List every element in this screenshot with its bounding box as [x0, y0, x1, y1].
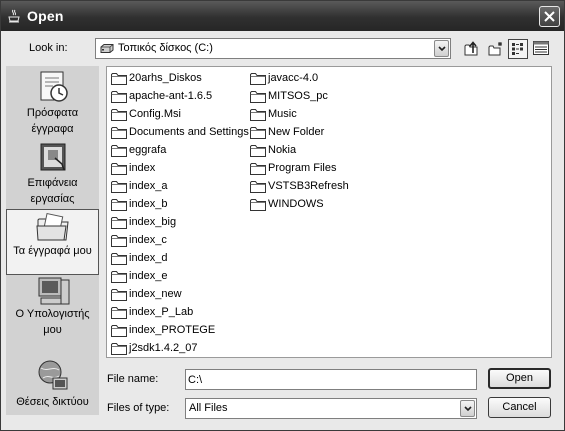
drive-icon: [100, 44, 114, 53]
folder-icon: [111, 162, 127, 175]
details-view-icon: [533, 41, 549, 55]
folder-icon: [111, 108, 127, 121]
place-desktop[interactable]: Επιφάνεια εργασίας: [6, 138, 99, 208]
folder-icon: [111, 306, 127, 319]
place-label: Ο Υπολογιστής μου: [15, 308, 90, 336]
folder-name: j2sdk1.4.2_07: [129, 342, 198, 354]
folder-name: New Folder: [268, 126, 325, 138]
places-bar: Πρόσφατα έγγραφα Επιφάνεια εργασίας Τα έ…: [6, 66, 99, 415]
folder-icon: [250, 72, 266, 85]
file-name-label: File name:: [107, 373, 159, 385]
up-one-level-button[interactable]: [462, 39, 482, 59]
details-view-button[interactable]: [531, 39, 551, 59]
folder-name: index_big: [129, 216, 177, 228]
open-button[interactable]: Open: [488, 368, 551, 389]
files-of-type-combo[interactable]: All Files: [185, 398, 477, 419]
file-name-input[interactable]: [185, 369, 477, 390]
folder-name: index: [129, 162, 156, 174]
folder-icon: [111, 144, 127, 157]
place-label: Θέσεις δικτύου: [16, 396, 89, 408]
folder-name: Documents and Settings: [129, 126, 249, 138]
close-icon: [544, 11, 555, 22]
folder-icon: [111, 180, 127, 193]
file-list[interactable]: 20arhs_Diskos apache-ant-1.6.5 Config.Msi D…: [106, 66, 552, 358]
look-in-value: Τοπικός δίσκος (C:): [118, 42, 213, 54]
folder-icon: [250, 108, 266, 121]
folder-name: WINDOWS: [268, 198, 324, 210]
folder-name: Config.Msi: [129, 108, 181, 120]
folder-icon: [111, 72, 127, 85]
folder-icon: [111, 234, 127, 247]
folder-name: 20arhs_Diskos: [129, 72, 202, 84]
folder-name: index_new: [129, 288, 182, 300]
look-in-dropdown-arrow[interactable]: [434, 40, 449, 57]
close-button[interactable]: [539, 6, 560, 27]
folder-name: apache-ant-1.6.5: [129, 90, 213, 102]
network-places-icon: [38, 360, 68, 390]
title-bar[interactable]: Open: [1, 1, 564, 31]
folder-icon: [250, 198, 266, 211]
open-dialog: Open Look in: Τοπικός δίσκος (C:) Πρόσφα…: [0, 0, 565, 431]
folder-icon: [111, 90, 127, 103]
files-of-type-label: Files of type:: [107, 402, 170, 414]
folder-name: Program Files: [268, 162, 337, 174]
folder-name: index_c: [129, 234, 167, 246]
folder-icon: [111, 198, 127, 211]
folder-icon: [111, 252, 127, 265]
folder-name: VSTSB3Refresh: [268, 180, 349, 192]
folder-name: javacc-4.0: [268, 72, 319, 84]
folder-name: eggrafa: [129, 144, 167, 156]
folder-name: Nokia: [268, 144, 297, 156]
folder-name: index_P_Lab: [129, 306, 194, 318]
folder-name: index_e: [129, 270, 168, 282]
list-view-button[interactable]: [508, 39, 528, 59]
folder-icon: [111, 270, 127, 283]
folder-name: Music: [268, 108, 297, 120]
place-my-documents[interactable]: Τα έγγραφά μου: [6, 209, 99, 275]
place-network-places[interactable]: Θέσεις δικτύου: [6, 354, 99, 415]
new-folder-icon: [488, 42, 502, 56]
my-documents-icon: [36, 212, 69, 241]
chevron-down-icon: [438, 46, 446, 52]
place-label: Τα έγγραφά μου: [13, 245, 92, 257]
folder-name: MITSOS_pc: [268, 90, 328, 102]
place-recent-documents[interactable]: Πρόσφατα έγγραφα: [6, 66, 99, 138]
cancel-button[interactable]: Cancel: [488, 397, 551, 418]
list-view-icon: [512, 43, 523, 55]
files-of-type-value: All Files: [189, 402, 228, 414]
folder-icon: [111, 288, 127, 301]
folder-icon: [111, 324, 127, 337]
folder-name: index_PROTEGE: [129, 324, 216, 336]
create-new-folder-button[interactable]: [486, 39, 506, 59]
folder-icon: [111, 342, 127, 355]
files-of-type-dropdown-arrow[interactable]: [460, 400, 475, 417]
my-computer-icon: [38, 277, 70, 305]
window-title: Open: [27, 8, 64, 24]
folder-name: index_d: [129, 252, 168, 264]
folder-icon: [111, 216, 127, 229]
place-label: Επιφάνεια εργασίας: [27, 177, 78, 205]
folder-icon: [250, 126, 266, 139]
folder-icon: [250, 180, 266, 193]
look-in-label: Look in:: [29, 42, 68, 54]
folder-name: index_a: [129, 180, 168, 192]
folder-name: index_b: [129, 198, 168, 210]
java-cup-icon: [8, 9, 20, 23]
recent-documents-icon: [40, 71, 68, 102]
place-my-computer[interactable]: Ο Υπολογιστής μου: [6, 276, 99, 354]
folder-icon: [250, 162, 266, 175]
folder-icon: [250, 90, 266, 103]
place-label: Πρόσφατα έγγραφα: [26, 107, 79, 135]
chevron-down-icon: [464, 406, 472, 412]
desktop-icon: [40, 143, 66, 171]
folder-icon: [250, 144, 266, 157]
look-in-combo[interactable]: Τοπικός δίσκος (C:): [95, 38, 451, 59]
folder-icon: [111, 126, 127, 139]
up-folder-icon: [464, 41, 478, 56]
